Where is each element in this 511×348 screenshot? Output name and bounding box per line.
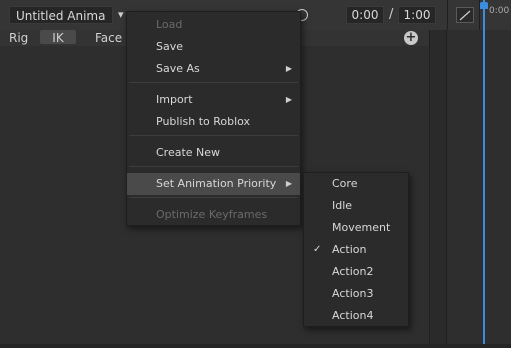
priority-action3[interactable]: Action3 xyxy=(304,283,408,305)
playhead[interactable] xyxy=(483,0,485,348)
menu-separator xyxy=(129,166,298,167)
panel-divider[interactable] xyxy=(429,30,447,348)
menu-item-set-priority[interactable]: Set Animation Priority ▶ xyxy=(127,173,300,195)
submenu-arrow-icon: ▶ xyxy=(285,179,292,188)
end-time-field[interactable]: 1:00 xyxy=(398,6,436,24)
timeline-panel[interactable] xyxy=(447,30,511,348)
toolbar-divider xyxy=(447,0,448,30)
priority-submenu: Core Idle Movement ✓ Action Action2 Actio… xyxy=(303,172,409,327)
add-track-button[interactable]: + xyxy=(404,31,418,45)
menu-separator xyxy=(129,82,298,83)
priority-movement[interactable]: Movement xyxy=(304,217,408,239)
menu-item-optimize-keyframes: Optimize Keyframes xyxy=(156,208,268,221)
playhead-handle[interactable] xyxy=(480,2,488,9)
rig-label: Rig xyxy=(9,31,29,45)
menu-item-save[interactable]: Save xyxy=(127,36,300,58)
priority-action[interactable]: ✓ Action xyxy=(304,239,408,261)
check-icon: ✓ xyxy=(313,244,322,255)
animation-name-field[interactable]: Untitled Anima xyxy=(9,6,113,24)
menu-separator xyxy=(129,197,298,198)
menu-separator xyxy=(129,135,298,136)
priority-core[interactable]: Core xyxy=(304,173,408,195)
menu-item-publish[interactable]: Publish to Roblox xyxy=(127,111,300,133)
priority-action2[interactable]: Action2 xyxy=(304,261,408,283)
curve-editor-button[interactable] xyxy=(456,7,474,23)
submenu-arrow-icon: ▶ xyxy=(285,64,292,73)
curve-icon xyxy=(459,10,471,21)
current-time-field[interactable]: 0:00 xyxy=(346,6,384,24)
ik-button[interactable]: IK xyxy=(40,30,76,45)
priority-idle[interactable]: Idle xyxy=(304,195,408,217)
priority-action4[interactable]: Action4 xyxy=(304,305,408,327)
menu-item-save-as[interactable]: Save As ▶ xyxy=(127,58,300,80)
menu-item-create-new[interactable]: Create New xyxy=(127,142,300,164)
menu-item-load: Load xyxy=(156,18,183,31)
time-separator: / xyxy=(389,7,394,22)
file-menu: Load Save Save As ▶ Import ▶ Publish to Ro… xyxy=(126,11,301,226)
timeline-time-label: 0:00 xyxy=(489,6,510,16)
menu-item-import[interactable]: Import ▶ xyxy=(127,89,300,111)
submenu-arrow-icon: ▶ xyxy=(285,95,292,104)
bottom-scrollbar[interactable] xyxy=(0,344,511,348)
